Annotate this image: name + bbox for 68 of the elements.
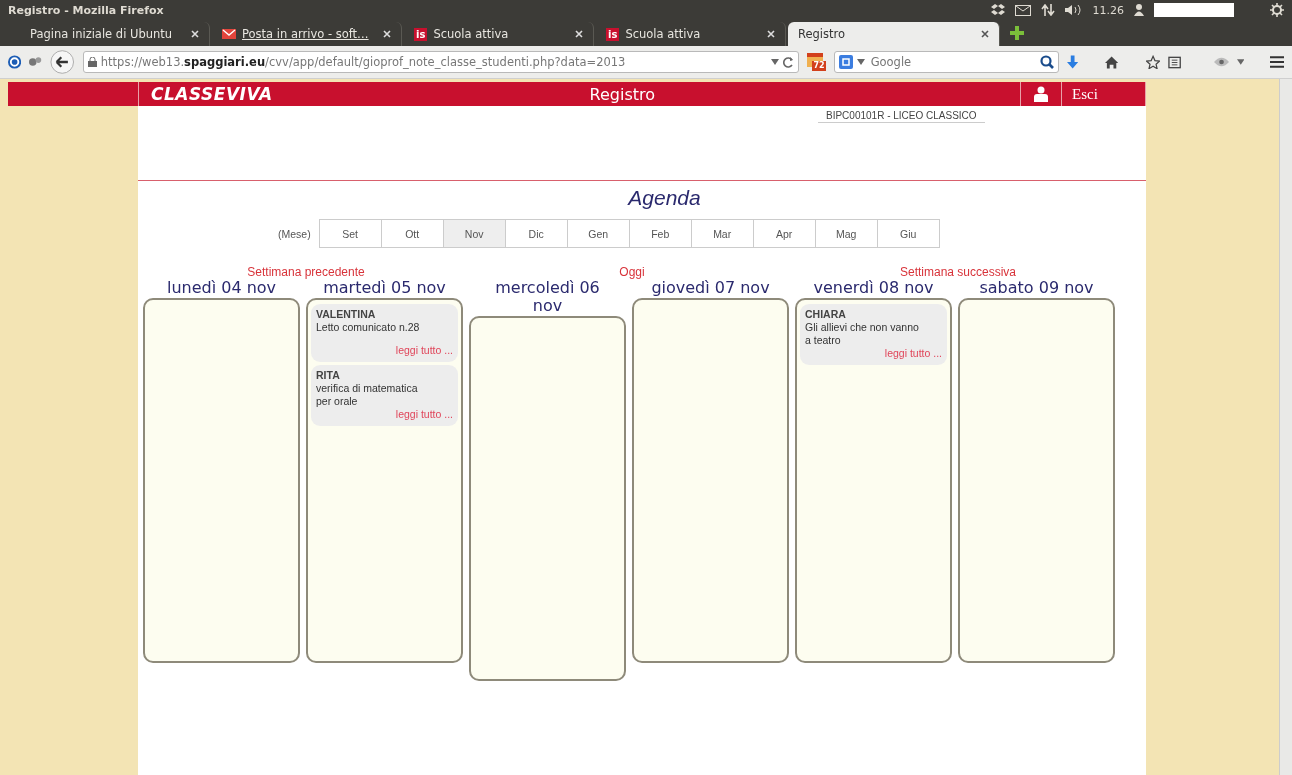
bookmarks-icon[interactable]: [1167, 55, 1181, 69]
search-field[interactable]: Google: [868, 54, 1036, 70]
day-heading: martedì 05 nov: [323, 279, 446, 297]
close-icon[interactable]: [981, 30, 989, 38]
month-tab[interactable]: Dic: [504, 219, 568, 248]
month-tab[interactable]: Feb: [628, 219, 692, 248]
skype-icon[interactable]: [8, 55, 22, 69]
dropdown-icon[interactable]: [770, 59, 779, 65]
reload-icon[interactable]: [782, 56, 794, 68]
day-heading: lunedì 04 nov: [166, 279, 277, 297]
dropdown-icon: [856, 59, 865, 65]
day-heading: venerdì 08 nov: [813, 279, 934, 297]
month-tab[interactable]: Giu: [876, 219, 940, 248]
eye-icon[interactable]: [1213, 57, 1229, 67]
settings-icon[interactable]: [1270, 3, 1284, 17]
mail-icon[interactable]: [1014, 4, 1031, 16]
lock-icon: [87, 57, 97, 67]
day-heading: sabato 09 nov: [979, 279, 1094, 297]
search-bar[interactable]: Google: [833, 51, 1059, 73]
month-tab[interactable]: Mag: [814, 219, 878, 248]
day-heading: giovedì 07 nov: [651, 279, 770, 297]
browser-tab[interactable]: Registro: [788, 22, 1000, 46]
dropbox-icon[interactable]: [990, 4, 1005, 16]
note-author: RITA: [316, 369, 340, 382]
note-text: Gli allievi che non vanno a teatro: [805, 321, 920, 347]
home-icon[interactable]: [1105, 55, 1119, 69]
back-icon[interactable]: [50, 49, 75, 75]
bookmark-star-icon[interactable]: [1145, 55, 1160, 69]
note-text: Letto comunicato n.28: [316, 321, 421, 334]
new-tab-icon[interactable]: [1010, 26, 1024, 40]
search-icon[interactable]: [1039, 55, 1054, 69]
site-icon: is: [414, 27, 428, 41]
read-more-link[interactable]: leggi tutto ...: [884, 347, 942, 360]
agenda-title: Agenda: [628, 186, 701, 209]
menu-icon[interactable]: [1269, 56, 1284, 68]
month-tab[interactable]: Gen: [566, 219, 630, 248]
note-author: VALENTINA: [316, 308, 376, 321]
download-icon[interactable]: [1066, 55, 1078, 69]
read-more-link[interactable]: leggi tutto ...: [395, 344, 453, 357]
day-heading: mercoledì 06 nov: [494, 279, 601, 315]
search-engine-icon[interactable]: [838, 55, 853, 69]
network-icon[interactable]: [1040, 4, 1055, 16]
envelope-icon: [222, 29, 236, 39]
window-title: Registro - Mozilla Firefox: [8, 3, 165, 17]
dropdown-icon: [1236, 59, 1245, 65]
month-tab[interactable]: Ott: [380, 219, 444, 248]
page-title: Registro: [588, 84, 657, 104]
month-tab[interactable]: Mar: [690, 219, 754, 248]
logo: CLASSEVIVA: [150, 84, 274, 104]
month-tab[interactable]: Set: [318, 219, 382, 248]
week-nav-link[interactable]: Settimana successiva: [899, 265, 1017, 279]
note-text: verifica di matematica per orale: [316, 382, 419, 408]
week-nav-link[interactable]: Settimana precedente: [247, 265, 365, 279]
week-nav-link[interactable]: Oggi: [619, 265, 645, 279]
user-icon[interactable]: [1033, 86, 1049, 102]
extension-icon[interactable]: [29, 56, 43, 68]
note-author: CHIARA: [805, 308, 846, 321]
month-tab[interactable]: Nov: [442, 219, 506, 248]
school-name: BIPC00101R - LICEO CLASSICO: [818, 110, 985, 123]
user-icon[interactable]: [1134, 4, 1144, 16]
address-bar[interactable]: https://web13.spaggiari.eu/cvv/app/default/gioprof_note_classe_studenti.php?data=2013: [82, 51, 799, 73]
clock[interactable]: 11.26: [1092, 3, 1124, 17]
month-tab[interactable]: Apr: [752, 219, 816, 248]
month-label: (Mese): [278, 227, 311, 240]
site-icon: is: [606, 27, 620, 41]
volume-icon[interactable]: [1064, 4, 1083, 16]
scrollbar[interactable]: [1279, 79, 1292, 775]
read-more-link[interactable]: leggi tutto ...: [395, 408, 453, 421]
